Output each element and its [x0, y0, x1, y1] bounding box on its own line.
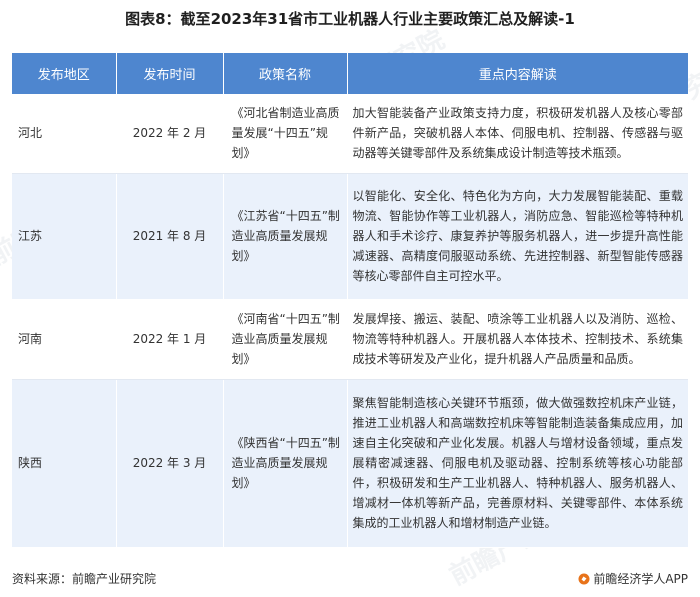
time-cell: 2022 年 3 月	[116, 379, 224, 548]
brand-name: 前瞻经济学人APP	[593, 572, 688, 586]
source-note: 资料来源：前瞻产业研究院	[12, 572, 157, 586]
policy-name-cell: 《陕西省“十四五”制造业高质量发展规划》	[223, 379, 348, 548]
table-row: 江苏 2021 年 8 月 《江苏省“十四五”制造业高质量发展规划》 以智能化、…	[12, 173, 688, 300]
column-header-time: 发布时间	[116, 53, 224, 94]
policy-table: 发布地区 发布时间 政策名称 重点内容解读 河北 2022 年 2 月 《河北省…	[12, 53, 688, 548]
column-header-region: 发布地区	[12, 53, 117, 94]
page-title: 图表8：截至2023年31省市工业机器人行业主要政策汇总及解读-1	[125, 10, 575, 28]
brand-logo-icon	[578, 573, 590, 585]
region-cell: 陕西	[12, 379, 117, 548]
time-cell: 2021 年 8 月	[116, 173, 224, 300]
content-cell: 以智能化、安全化、特色化为方向，大力发展智能装配、重载物流、智能协作等工业机器人…	[347, 173, 688, 300]
table-row: 河南 2022 年 1 月 《河南省“十四五”制造业高质量发展规划》 发展焊接、…	[12, 299, 688, 380]
region-cell: 河北	[12, 94, 117, 174]
column-header-policy-name: 政策名称	[223, 53, 348, 94]
time-cell: 2022 年 1 月	[116, 299, 224, 380]
brand-credit: 前瞻经济学人APP	[578, 570, 688, 587]
region-cell: 江苏	[12, 173, 117, 300]
column-header-content: 重点内容解读	[347, 53, 688, 94]
content-cell: 加大智能装备产业政策支持力度，积极研发机器人及核心零部件新产品，突破机器人本体、…	[347, 94, 688, 174]
table-row: 陕西 2022 年 3 月 《陕西省“十四五”制造业高质量发展规划》 聚焦智能制…	[12, 379, 688, 548]
content-cell: 聚焦智能制造核心关键环节瓶颈，做大做强数控机床产业链，推进工业机器人和高端数控机…	[347, 379, 688, 548]
policy-name-cell: 《河南省“十四五”制造业高质量发展规划》	[223, 299, 348, 380]
table-header-row: 发布地区 发布时间 政策名称 重点内容解读	[12, 53, 688, 94]
content-cell: 发展焊接、搬运、装配、喷涂等工业机器人以及消防、巡检、物流等特种机器人。开展机器…	[347, 299, 688, 380]
region-cell: 河南	[12, 299, 117, 380]
time-cell: 2022 年 2 月	[116, 94, 224, 174]
table-row: 河北 2022 年 2 月 《河北省制造业高质量发展“十四五”规划》 加大智能装…	[12, 94, 688, 174]
policy-name-cell: 《河北省制造业高质量发展“十四五”规划》	[223, 94, 348, 174]
policy-name-cell: 《江苏省“十四五”制造业高质量发展规划》	[223, 173, 348, 300]
